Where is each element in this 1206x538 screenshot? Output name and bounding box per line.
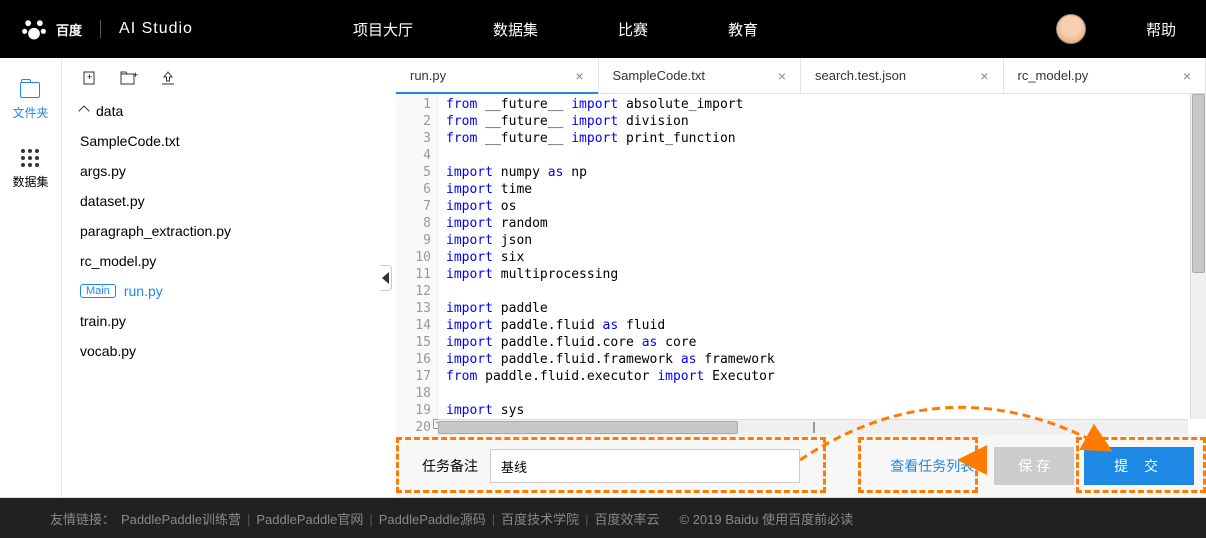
editor-tab[interactable]: run.py × <box>396 58 599 93</box>
rail-folder-label: 文件夹 <box>12 104 48 121</box>
tree-file[interactable]: paragraph_extraction.py <box>62 216 382 246</box>
close-icon[interactable]: × <box>1183 68 1191 84</box>
remark-input[interactable] <box>490 449 800 483</box>
vertical-scrollbar[interactable] <box>1190 94 1206 419</box>
tab-label: search.test.json <box>815 68 906 83</box>
tree-file[interactable]: SampleCode.txt <box>62 126 382 156</box>
folder-icon <box>20 82 40 98</box>
submit-button[interactable]: 提 交 <box>1084 447 1194 485</box>
horizontal-scrollbar[interactable] <box>438 419 1188 435</box>
nav-projects[interactable]: 项目大厅 <box>353 19 413 40</box>
close-icon[interactable]: × <box>778 68 786 84</box>
tab-label: run.py <box>410 68 446 83</box>
footer: 友情链接： PaddlePaddle训练营|PaddlePaddle官网|Pad… <box>0 498 1206 538</box>
footer-copyright: © 2019 Baidu 使用百度前必读 <box>680 509 854 528</box>
tree-actions: + + <box>62 70 382 96</box>
submit-bar: 任务备注 查看任务列表 保 存 提 交 <box>396 435 1206 497</box>
main-area: 文件夹 数据集 + + data SampleCode.txtargs.pyda… <box>0 58 1206 498</box>
new-file-icon[interactable]: + <box>82 70 98 86</box>
studio-text: AI Studio <box>119 20 193 38</box>
remark-box: 任务备注 <box>408 441 814 491</box>
footer-link[interactable]: PaddlePaddle训练营 <box>121 512 241 527</box>
main-nav: 项目大厅 数据集 比赛 教育 <box>353 19 1056 40</box>
editor-tabs: run.py×SampleCode.txt×search.test.json×r… <box>396 58 1206 94</box>
brand-text: 百度 <box>56 20 82 39</box>
logo-divider <box>100 20 101 38</box>
code-editor[interactable]: 123456789101112131415161718192021222324 … <box>396 94 1206 435</box>
svg-text:+: + <box>87 72 92 82</box>
side-rail: 文件夹 数据集 <box>0 58 62 497</box>
tree-file-active[interactable]: Main run.py <box>62 276 382 306</box>
new-folder-icon[interactable]: + <box>120 70 138 86</box>
rail-dataset[interactable]: 数据集 <box>12 149 48 190</box>
footer-link[interactable]: 百度技术学院 <box>501 512 579 527</box>
editor-area: run.py×SampleCode.txt×search.test.json×r… <box>396 58 1206 497</box>
tree-file[interactable]: rc_model.py <box>62 246 382 276</box>
top-header: 百度 AI Studio 项目大厅 数据集 比赛 教育 帮助 <box>0 0 1206 58</box>
tree-file[interactable]: train.py <box>62 306 382 336</box>
tree-file[interactable]: vocab.py <box>62 336 382 366</box>
line-gutter: 123456789101112131415161718192021222324 <box>396 94 438 435</box>
tab-label: rc_model.py <box>1018 68 1089 83</box>
save-button[interactable]: 保 存 <box>994 447 1074 485</box>
header-right: 帮助 <box>1056 14 1176 44</box>
dataset-icon <box>21 149 39 167</box>
nav-datasets[interactable]: 数据集 <box>493 19 538 40</box>
view-tasks-link[interactable]: 查看任务列表 <box>880 448 984 484</box>
collapse-handle[interactable] <box>382 58 396 497</box>
tree-file[interactable]: args.py <box>62 156 382 186</box>
remark-label: 任务备注 <box>422 456 478 476</box>
close-icon[interactable]: × <box>980 68 988 84</box>
footer-prefix: 友情链接： <box>50 509 115 528</box>
tab-label: SampleCode.txt <box>613 68 706 83</box>
editor-tab[interactable]: search.test.json × <box>801 58 1004 93</box>
tree-root[interactable]: data <box>62 96 382 126</box>
help-link[interactable]: 帮助 <box>1146 19 1176 40</box>
code-content[interactable]: from __future__ import absolute_importfr… <box>438 94 1206 435</box>
tree-file[interactable]: dataset.py <box>62 186 382 216</box>
footer-link[interactable]: PaddlePaddle官网 <box>256 512 363 527</box>
main-tag: Main <box>80 284 116 298</box>
rail-folder[interactable]: 文件夹 <box>12 82 48 121</box>
svg-text:+: + <box>133 70 138 80</box>
upload-icon[interactable] <box>160 70 176 86</box>
footer-link[interactable]: 百度效率云 <box>595 512 660 527</box>
chevron-up-icon <box>78 105 89 116</box>
logo-area[interactable]: 百度 AI Studio <box>20 15 193 43</box>
editor-tab[interactable]: SampleCode.txt × <box>599 58 802 93</box>
rail-dataset-label: 数据集 <box>12 173 48 190</box>
chevron-left-icon <box>382 272 389 284</box>
user-avatar[interactable] <box>1056 14 1086 44</box>
editor-tab[interactable]: rc_model.py × <box>1004 58 1206 93</box>
file-tree: + + data SampleCode.txtargs.pydataset.py… <box>62 58 382 497</box>
footer-link[interactable]: PaddlePaddle源码 <box>379 512 486 527</box>
close-icon[interactable]: × <box>575 68 583 84</box>
nav-education[interactable]: 教育 <box>728 19 758 40</box>
baidu-paw-icon <box>20 15 48 43</box>
nav-competition[interactable]: 比赛 <box>618 19 648 40</box>
